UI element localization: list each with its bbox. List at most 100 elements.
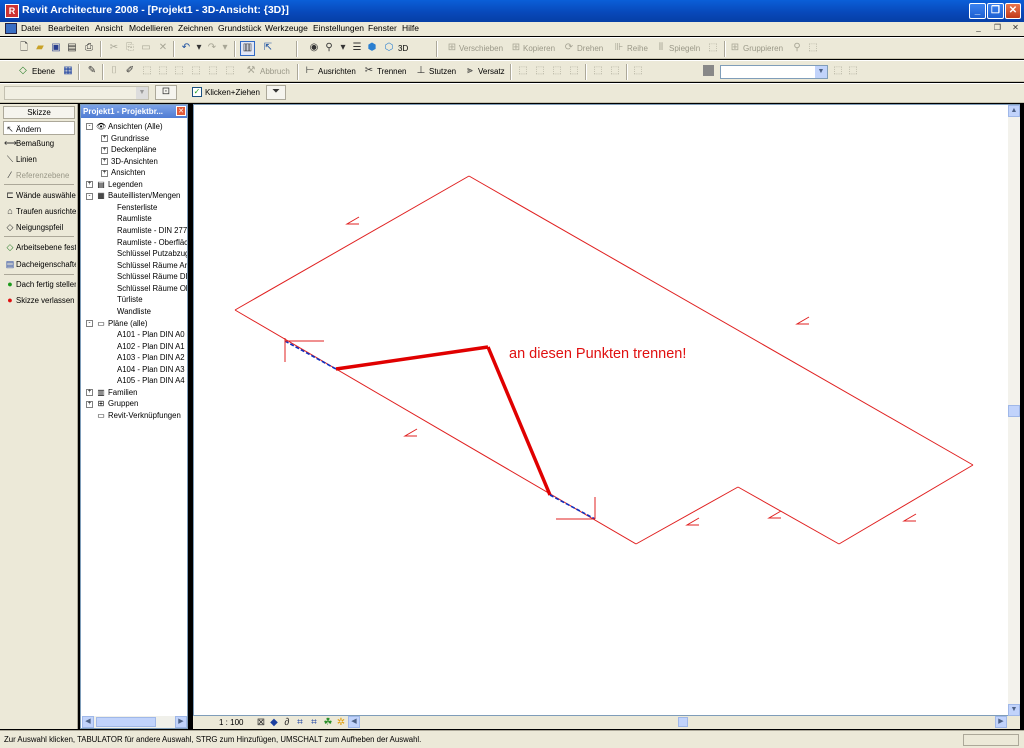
trennen-button[interactable]: Trennen xyxy=(377,67,407,76)
tree-item[interactable]: +3D-Ansichten xyxy=(101,156,187,168)
design-item-referenzebene[interactable]: ⁄ Referenzebene xyxy=(4,168,76,182)
tree-item[interactable]: + Ansichten xyxy=(101,167,187,179)
cut-profile-icon[interactable]: ⬚ xyxy=(592,65,604,77)
kopieren-button[interactable]: Kopieren xyxy=(523,44,555,53)
menu-datei[interactable]: Datei xyxy=(21,23,41,33)
3d-view-icon[interactable]: ⬡ xyxy=(383,42,395,54)
canvas-hscroll-thumb[interactable] xyxy=(678,717,688,727)
expand-icon[interactable]: + xyxy=(86,400,93,408)
cut-geometry-icon[interactable]: ⬚ xyxy=(190,65,202,77)
open-folder-icon[interactable]: ▰ xyxy=(34,42,46,54)
filter-icon[interactable]: ⏷ xyxy=(266,85,286,100)
tree-item[interactable]: + ▤ Legenden xyxy=(86,179,187,191)
project-browser-close-icon[interactable]: ✕ xyxy=(176,106,186,116)
scroll-up-icon[interactable]: ▲ xyxy=(1008,105,1020,117)
undo-icon[interactable]: ↶ xyxy=(180,42,192,54)
gruppieren-button[interactable]: Gruppieren xyxy=(743,44,783,53)
reihe-button[interactable]: Reihe xyxy=(627,44,648,53)
tree-item[interactable]: A105 - Plan DIN A4 xyxy=(117,375,187,387)
expand-icon[interactable]: + xyxy=(101,146,108,154)
tree-item[interactable]: Raumliste - Oberfläche xyxy=(117,237,187,249)
tree-item[interactable]: - 👁 Ansichten (Alle) xyxy=(86,121,187,133)
menu-grundstueck[interactable]: Grundstück xyxy=(218,23,261,33)
unpin-icon[interactable]: ⬚ xyxy=(807,42,819,54)
ebene-button[interactable]: Ebene xyxy=(32,67,55,76)
type-selector-combo[interactable]: ▼ xyxy=(720,65,828,79)
tree-item[interactable]: A101 - Plan DIN A0 xyxy=(117,329,187,341)
mdi-close-button[interactable]: ✕ xyxy=(1010,23,1021,34)
copy-to-clipboard-icon[interactable]: ⬚ xyxy=(517,65,529,77)
tree-item[interactable]: Wandliste xyxy=(117,306,187,318)
title-bar[interactable]: R Revit Architecture 2008 - [Projekt1 - … xyxy=(0,0,1024,22)
tree-item[interactable]: A103 - Plan DIN A2 xyxy=(117,352,187,364)
detail-level-icon[interactable]: ⊠ xyxy=(255,717,267,729)
expand-icon[interactable]: + xyxy=(86,181,93,189)
stutzen-button[interactable]: Stutzen xyxy=(429,67,456,76)
view-properties-icon[interactable]: ☰ xyxy=(351,42,363,54)
expand-icon[interactable]: + xyxy=(101,158,108,166)
properties-button-icon[interactable]: ⊡ xyxy=(155,85,177,100)
hscroll-right-icon[interactable]: ▶ xyxy=(995,716,1007,728)
design-item-traufen-ausrichten[interactable]: ⌂ Traufen ausrichten xyxy=(4,204,76,218)
match-type-icon[interactable]: ✎ xyxy=(86,65,98,77)
menu-werkzeuge[interactable]: Werkzeuge xyxy=(265,23,308,33)
group-icon[interactable]: ⊞ xyxy=(729,42,741,54)
measure-icon[interactable]: ⬚ xyxy=(632,65,644,77)
cut-icon[interactable]: ✂ xyxy=(108,42,120,54)
paste-aligned-icon[interactable]: ⬚ xyxy=(534,65,546,77)
highlighted-sketch-line[interactable] xyxy=(486,346,552,496)
klicken-ziehen-checkbox[interactable]: ✓ xyxy=(192,87,202,97)
delete-icon[interactable]: ✕ xyxy=(157,42,169,54)
design-item-arbeitsebene[interactable]: ◇Arbeitsebene festlegen xyxy=(4,240,76,254)
drawing-canvas[interactable]: an diesen Punkten trennen! xyxy=(193,104,1020,716)
tree-item[interactable]: + Deckenpläne xyxy=(101,144,187,156)
sketch-line[interactable] xyxy=(838,464,974,545)
revit-app-icon[interactable]: R xyxy=(5,4,19,18)
join-geometry-icon[interactable]: ⬚ xyxy=(157,65,169,77)
copy-elements-icon[interactable]: ⊞ xyxy=(510,42,522,54)
tree-item[interactable]: Raumliste xyxy=(117,213,187,225)
design-item-bemassung[interactable]: ⟷Bemaßung xyxy=(4,136,76,150)
print-icon[interactable]: ⎙ xyxy=(83,42,95,54)
mirror-icon[interactable]: ⫴ xyxy=(655,42,667,54)
whats-this-icon[interactable]: ⇱ xyxy=(262,42,274,54)
menu-bearbeiten[interactable]: Bearbeiten xyxy=(48,23,89,33)
linework-icon[interactable]: ⬚ xyxy=(568,65,580,77)
3d-box-icon[interactable]: ⬢ xyxy=(366,42,378,54)
split-face-icon[interactable]: ⬚ xyxy=(141,65,153,77)
model-graphics-icon[interactable]: ◆ xyxy=(268,717,280,729)
tree-item[interactable]: A102 - Plan DIN A1 xyxy=(117,341,187,353)
minimize-button[interactable]: _ xyxy=(969,3,986,19)
collapse-icon[interactable]: - xyxy=(86,319,93,327)
redo-icon[interactable]: ↷ xyxy=(206,42,218,54)
project-browser-hscrollbar[interactable]: ◀ ▶ xyxy=(82,716,187,728)
sketch-line[interactable] xyxy=(468,175,974,466)
drehen-button[interactable]: Drehen xyxy=(577,44,603,53)
element-color-icon[interactable] xyxy=(703,65,714,76)
temporary-hide-icon[interactable]: ☘ xyxy=(322,717,334,729)
tree-item[interactable]: + ▥ Familien xyxy=(86,387,187,399)
close-button[interactable]: ✕ xyxy=(1005,3,1021,19)
tree-item[interactable]: A104 - Plan DIN A3 xyxy=(117,364,187,376)
expand-icon[interactable]: + xyxy=(86,389,93,397)
split-icon[interactable]: ✂ xyxy=(363,65,375,77)
tree-item[interactable]: - ▭ Pläne (alle) xyxy=(86,318,187,330)
visibility-eye-icon[interactable]: ◉ xyxy=(308,42,320,54)
element-properties-icon[interactable]: ⬚ xyxy=(832,65,844,77)
tree-item[interactable]: ▭ Revit-Verknüpfungen xyxy=(86,410,187,422)
tree-item[interactable]: Fensterliste xyxy=(117,202,187,214)
paint-icon[interactable]: ✐ xyxy=(124,65,136,77)
vscroll-thumb[interactable] xyxy=(1008,405,1020,417)
align-icon[interactable]: ⊢ xyxy=(304,65,316,77)
hscroll-left-icon[interactable]: ◀ xyxy=(348,716,360,728)
design-item-aendern[interactable]: ↖ Ändern xyxy=(3,121,75,135)
menu-zeichnen[interactable]: Zeichnen xyxy=(178,23,213,33)
project-browser-scroll-thumb[interactable] xyxy=(96,717,156,727)
thin-lines-icon[interactable]: ▥ xyxy=(240,41,255,56)
versatz-button[interactable]: Versatz xyxy=(478,67,505,76)
menu-fenster[interactable]: Fenster xyxy=(368,23,397,33)
design-item-dach-fertig-stellen[interactable]: ● Dach fertig stellen xyxy=(4,277,76,291)
tree-item[interactable]: Raumliste - DIN 277 xyxy=(117,225,187,237)
collapse-icon[interactable]: - xyxy=(86,123,93,131)
design-item-waende-auswaehlen[interactable]: ⊏ Wände auswählen xyxy=(4,188,76,202)
